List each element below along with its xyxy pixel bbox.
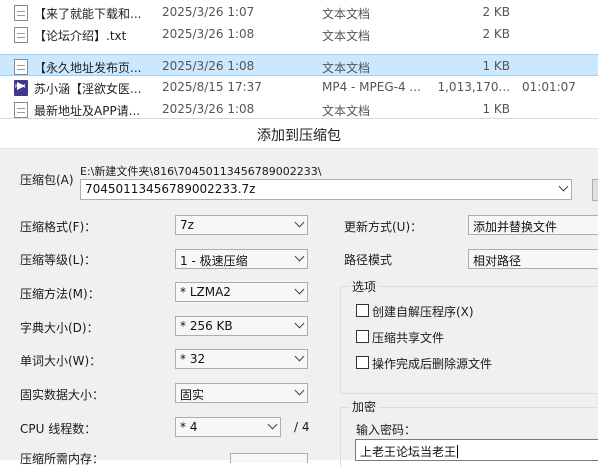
solid-label: 固实数据大小： — [20, 388, 105, 402]
update-select[interactable]: 添加并替换文件 — [468, 215, 598, 235]
chevron-down-icon — [295, 388, 303, 396]
memory-field — [230, 453, 308, 463]
update-label: 更新方式(U)： — [344, 220, 423, 234]
format-value: 7z — [180, 218, 194, 232]
sfx-checkbox[interactable] — [356, 304, 369, 317]
video-file-icon: MP4 — [14, 80, 28, 96]
archive-name-combobox[interactable]: 70450113456789002233.7z — [80, 179, 572, 200]
text-file-icon — [14, 59, 28, 75]
shared-files-label: 压缩共享文件 — [372, 331, 445, 345]
cpu-select[interactable]: * 4 — [175, 417, 281, 437]
file-row[interactable]: 最新地址及APP请... 2025/3/26 1:08 文本文档 1 KB — [0, 98, 598, 120]
file-date: 2025/3/26 1:08 — [162, 59, 255, 73]
file-size: 2 KB — [482, 5, 510, 19]
browse-button[interactable] — [592, 179, 598, 201]
text-file-icon — [14, 5, 28, 21]
method-select[interactable]: * LZMA2 — [175, 282, 308, 302]
word-value: * 32 — [180, 352, 206, 366]
dialog-body: 压缩包(A) E:\新建文件夹\816\70450113456789002233… — [0, 148, 598, 467]
file-type: 文本文档 — [322, 104, 371, 118]
mp4-icon-label: MP4 — [15, 84, 26, 90]
file-date: 2025/8/15 17:37 — [162, 80, 262, 94]
encryption-group-title: 加密 — [350, 398, 379, 415]
path-mode-label: 路径模式 — [344, 253, 393, 267]
file-row[interactable]: MP4 苏小涵【淫欲女医... 2025/8/15 17:37 MP4 - MP… — [0, 76, 598, 98]
text-file-icon — [14, 27, 28, 43]
method-label: 压缩方法(M)： — [20, 287, 100, 301]
dialog-title: 添加到压缩包 — [257, 128, 341, 144]
password-value: 上老王论坛当老王 — [360, 443, 459, 460]
cpu-label: CPU 线程数： — [20, 422, 97, 436]
solid-value: 固实 — [180, 388, 205, 402]
word-label: 单词大小(W)： — [20, 354, 102, 368]
file-row[interactable]: 【来了就能下载和... 2025/3/26 1:07 文本文档 2 KB — [0, 1, 598, 23]
dict-value: * 256 KB — [180, 319, 233, 333]
file-row-selected[interactable]: 【永久地址发布页... 2025/3/26 1:08 文本文档 1 KB — [0, 54, 598, 76]
level-label: 压缩等级(L)： — [20, 253, 97, 267]
file-name: 苏小涵【淫欲女医... — [34, 82, 142, 96]
format-select[interactable]: 7z — [175, 215, 308, 235]
file-date: 2025/3/26 1:08 — [162, 102, 255, 116]
password-text: 上老王论坛当老王 — [360, 445, 457, 459]
archive-path: E:\新建文件夹\816\70450113456789002233\ — [80, 165, 322, 178]
add-to-archive-dialog: 添加到压缩包 压缩包(A) E:\新建文件夹\816\7045011345678… — [0, 118, 598, 467]
archive-label: 压缩包(A) — [20, 173, 74, 187]
method-value: * LZMA2 — [180, 285, 231, 299]
path-mode-value: 相对路径 — [473, 254, 522, 268]
file-date: 2025/3/26 1:07 — [162, 5, 255, 19]
file-type: 文本文档 — [322, 61, 371, 75]
password-input[interactable]: 上老王论坛当老王 — [355, 439, 598, 461]
file-name: 【来了就能下载和... — [34, 7, 142, 21]
chevron-down-icon — [295, 287, 303, 295]
file-type: 文本文档 — [322, 7, 371, 21]
file-list: 【来了就能下载和... 2025/3/26 1:07 文本文档 2 KB 【论坛… — [0, 0, 598, 118]
level-select[interactable]: 1 - 极速压缩 — [175, 249, 308, 269]
password-label: 输入密码： — [356, 423, 417, 437]
file-duration: 01:01:07 — [522, 80, 576, 94]
delete-after-label: 操作完成后删除源文件 — [372, 357, 493, 371]
file-type: 文本文档 — [322, 29, 371, 43]
word-select[interactable]: * 32 — [175, 349, 308, 369]
delete-after-checkbox[interactable] — [356, 356, 369, 369]
cpu-value: * 4 — [180, 420, 198, 434]
file-date: 2025/3/26 1:08 — [162, 27, 255, 41]
level-value: 1 - 极速压缩 — [180, 254, 248, 268]
file-type: MP4 - MPEG-4 ... — [322, 80, 421, 94]
solid-select[interactable]: 固实 — [175, 383, 308, 403]
chevron-down-icon — [295, 254, 303, 262]
file-size: 1 KB — [482, 59, 510, 73]
dict-label: 字典大小(D)： — [20, 321, 99, 335]
path-mode-select[interactable]: 相对路径 — [468, 249, 598, 269]
text-caret — [457, 445, 459, 458]
file-size: 1 KB — [482, 102, 510, 116]
dict-select[interactable]: * 256 KB — [175, 316, 308, 336]
file-size: 2 KB — [482, 27, 510, 41]
chevron-down-icon — [295, 220, 303, 228]
chevron-down-icon — [295, 354, 303, 362]
file-name: 【永久地址发布页... — [34, 61, 142, 75]
text-file-icon — [14, 102, 28, 118]
chevron-down-icon — [295, 321, 303, 329]
sfx-label: 创建自解压程序(X) — [372, 305, 474, 319]
file-row[interactable]: 【论坛介绍】.txt 2025/3/26 1:08 文本文档 2 KB — [0, 23, 598, 45]
file-size: 1,013,170... — [437, 80, 510, 94]
chevron-down-icon — [268, 422, 276, 430]
cpu-total: / 4 — [294, 420, 310, 434]
options-group-title: 选项 — [350, 278, 379, 295]
file-name: 【论坛介绍】.txt — [34, 29, 127, 43]
update-value: 添加并替换文件 — [473, 220, 558, 234]
format-label: 压缩格式(F)： — [20, 220, 97, 234]
file-name: 最新地址及APP请... — [34, 104, 141, 118]
shared-files-checkbox[interactable] — [356, 330, 369, 343]
archive-name-value: 70450113456789002233.7z — [85, 182, 256, 196]
dialog-title-bar[interactable]: 添加到压缩包 — [0, 118, 598, 149]
chevron-down-icon[interactable] — [559, 184, 567, 192]
